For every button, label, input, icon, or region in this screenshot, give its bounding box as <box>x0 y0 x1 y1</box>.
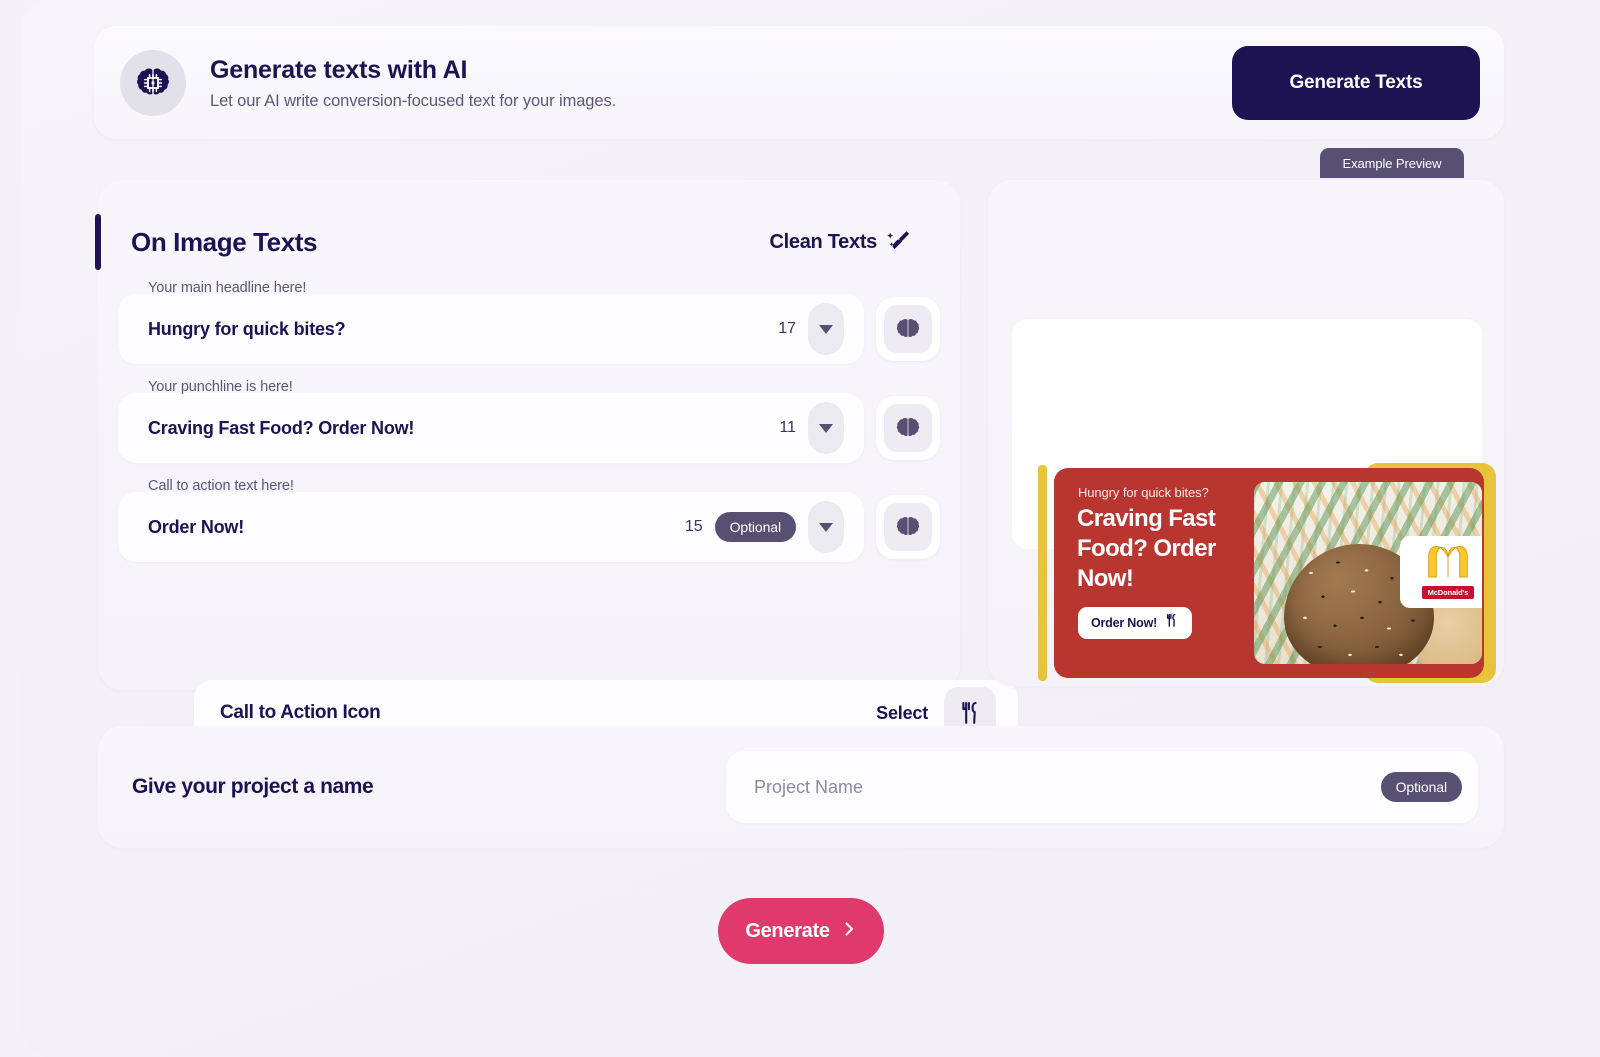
field-box[interactable]: 11 <box>118 393 864 463</box>
brand-logo-badge: McDonald's <box>1400 536 1482 608</box>
chevron-down-icon[interactable] <box>808 501 844 553</box>
punchline-input[interactable] <box>148 417 780 439</box>
text-field-row: Your punchline is here! 11 <box>98 379 960 477</box>
optional-badge: Optional <box>1380 772 1462 802</box>
on-image-texts-card: On Image Texts Clean Texts Your main hea… <box>95 180 1018 746</box>
ad-kicker-text: Hungry for quick bites? <box>1078 485 1209 500</box>
cta-icon-label: Call to Action Icon <box>220 702 381 723</box>
banner-subtitle: Let our AI write conversion-focused text… <box>210 91 617 110</box>
headline-input[interactable] <box>148 318 779 340</box>
field-box[interactable]: 17 <box>118 294 864 364</box>
fork-knife-icon <box>1164 613 1179 633</box>
brand-wordmark: McDonald's <box>1421 586 1475 599</box>
char-count: 11 <box>779 419 796 436</box>
ad-accent-left <box>1038 465 1047 681</box>
preview-panel: Hungry for quick bites? Craving Fast Foo… <box>988 180 1504 686</box>
chevron-down-icon[interactable] <box>808 303 844 355</box>
clean-texts-button[interactable]: Clean Texts <box>770 227 912 258</box>
banner-title: Generate texts with AI <box>210 55 468 84</box>
cta-select-button[interactable]: Select <box>876 703 928 724</box>
card-header: On Image Texts Clean Texts <box>95 214 960 270</box>
generate-texts-button[interactable]: Generate Texts <box>1232 45 1480 120</box>
golden-arches-icon <box>1425 545 1471 584</box>
project-name-label: Give your project a name <box>132 775 374 798</box>
text-field-row: Call to action text here! 15 Optional <box>98 478 960 576</box>
example-preview-tab: Example Preview <box>1320 148 1464 178</box>
brain-chip-icon <box>120 49 186 116</box>
ai-generate-icon-button[interactable] <box>876 495 940 559</box>
generate-button-label: Generate <box>745 919 830 942</box>
text-field-rows: Your main headline here! 17 <box>98 280 960 577</box>
ad-product-photo: McDonald's <box>1254 482 1482 664</box>
field-label: Your punchline is here! <box>148 379 293 395</box>
optional-badge: Optional <box>714 512 796 542</box>
cta-text-input[interactable] <box>148 516 685 538</box>
clean-texts-label: Clean Texts <box>769 230 878 253</box>
project-name-card: Give your project a name Optional <box>98 726 1504 848</box>
brain-icon <box>884 503 932 551</box>
project-name-field[interactable]: Optional <box>726 751 1478 823</box>
ai-generate-icon-button[interactable] <box>876 396 940 460</box>
banner-text-group: Generate texts with AI Let our AI write … <box>210 55 1232 111</box>
broom-sparkle-icon <box>886 227 912 258</box>
ad-cta-label: Order Now! <box>1091 616 1158 630</box>
char-count: 17 <box>778 320 796 337</box>
ai-generate-icon-button[interactable] <box>876 297 940 361</box>
ad-preview-card: Hungry for quick bites? Craving Fast Foo… <box>1012 319 1496 683</box>
page-shell: Generate texts with AI Let our AI write … <box>22 0 1600 1057</box>
ad-body: Hungry for quick bites? Craving Fast Foo… <box>1054 468 1484 678</box>
field-label: Your main headline here! <box>148 280 307 296</box>
ai-banner: Generate texts with AI Let our AI write … <box>94 26 1504 139</box>
field-label: Call to action text here! <box>148 478 294 494</box>
chevron-right-icon <box>841 920 857 943</box>
generate-button[interactable]: Generate <box>718 898 884 964</box>
text-field-row: Your main headline here! 17 <box>98 280 960 378</box>
page-title: On Image Texts <box>131 226 318 257</box>
chevron-down-icon[interactable] <box>808 402 844 454</box>
ad-headline-text: Craving Fast Food? Order Now! <box>1077 505 1216 592</box>
field-box[interactable]: 15 Optional <box>118 492 864 562</box>
brain-icon <box>884 305 932 353</box>
title-accent-bar <box>95 214 101 270</box>
ad-cta-button[interactable]: Order Now! <box>1078 607 1193 639</box>
char-count: 15 <box>684 518 703 535</box>
brain-icon <box>884 404 932 452</box>
project-name-input[interactable] <box>754 776 1381 798</box>
